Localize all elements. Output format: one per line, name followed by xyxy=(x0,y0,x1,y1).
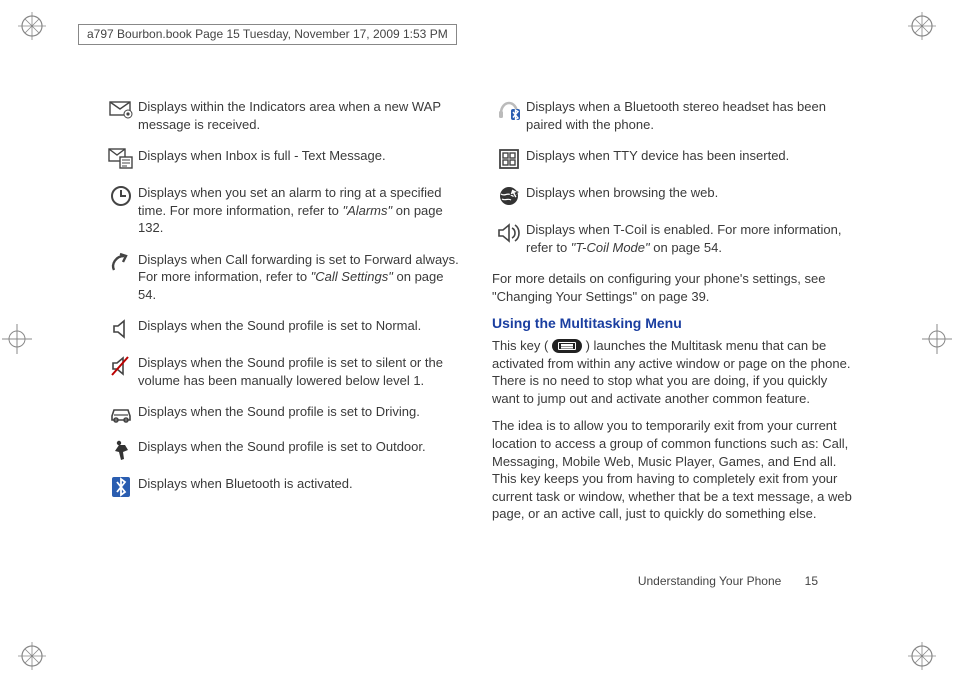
indicator-desc: Displays when Inbox is full - Text Messa… xyxy=(138,147,464,165)
indicator-desc: Displays when the Sound profile is set t… xyxy=(138,317,464,335)
indicator-row: Displays when Inbox is full - Text Messa… xyxy=(104,147,464,170)
crop-mark-icon xyxy=(922,324,952,354)
indicator-row: Displays when the Sound profile is set t… xyxy=(104,403,464,424)
config-paragraph: For more details on configuring your pho… xyxy=(492,270,852,305)
indicator-desc: Displays when you set an alarm to ring a… xyxy=(138,184,464,237)
bluetooth-icon xyxy=(104,475,138,498)
section-heading: Using the Multitasking Menu xyxy=(492,315,852,331)
indicator-desc: Displays when a Bluetooth stereo headset… xyxy=(526,98,852,133)
footer-section: Understanding Your Phone xyxy=(638,574,781,588)
page: a797 Bourbon.book Page 15 Tuesday, Novem… xyxy=(68,20,888,640)
indicator-row: Displays when browsing the web. xyxy=(492,184,852,207)
indicator-row: Displays within the Indicators area when… xyxy=(104,98,464,133)
multitask-p2: The idea is to allow you to temporarily … xyxy=(492,417,852,522)
indicator-row: Displays when T-Coil is enabled. For mor… xyxy=(492,221,852,256)
indicator-desc: Displays within the Indicators area when… xyxy=(138,98,464,133)
register-mark-icon xyxy=(908,12,936,40)
indicator-row: Displays when a Bluetooth stereo headset… xyxy=(492,98,852,133)
sound-normal-icon xyxy=(104,317,138,340)
sound-silent-icon xyxy=(104,354,138,377)
left-column: Displays within the Indicators area when… xyxy=(104,98,464,533)
indicator-row: Displays when you set an alarm to ring a… xyxy=(104,184,464,237)
indicator-row: Displays when the Sound profile is set t… xyxy=(104,438,464,461)
crop-mark-icon xyxy=(2,324,32,354)
indicator-desc: Displays when T-Coil is enabled. For mor… xyxy=(526,221,852,256)
indicator-row: Displays when TTY device has been insert… xyxy=(492,147,852,170)
page-footer: Understanding Your Phone 15 xyxy=(638,574,818,588)
register-mark-icon xyxy=(908,642,936,670)
indicator-desc: Displays when browsing the web. xyxy=(526,184,852,202)
indicator-desc: Displays when Call forwarding is set to … xyxy=(138,251,464,304)
sound-driving-icon xyxy=(104,403,138,424)
multitask-p1: This key ( ) launches the Multitask menu… xyxy=(492,337,852,407)
multitask-key-icon xyxy=(552,339,582,353)
right-column: Displays when a Bluetooth stereo headset… xyxy=(492,98,852,533)
indicator-desc: Displays when TTY device has been insert… xyxy=(526,147,852,165)
web-browse-icon xyxy=(492,184,526,207)
indicator-desc: Displays when the Sound profile is set t… xyxy=(138,403,464,421)
bt-headset-icon xyxy=(492,98,526,121)
indicator-row: Displays when Bluetooth is activated. xyxy=(104,475,464,498)
register-mark-icon xyxy=(18,642,46,670)
inbox-full-icon xyxy=(104,147,138,170)
indicator-row: Displays when the Sound profile is set t… xyxy=(104,317,464,340)
wap-message-icon xyxy=(104,98,138,119)
register-mark-icon xyxy=(18,12,46,40)
indicator-desc: Displays when Bluetooth is activated. xyxy=(138,475,464,493)
call-forward-icon xyxy=(104,251,138,274)
sound-outdoor-icon xyxy=(104,438,138,461)
indicator-desc: Displays when the Sound profile is set t… xyxy=(138,354,464,389)
footer-page-number: 15 xyxy=(805,574,818,588)
indicator-row: Displays when Call forwarding is set to … xyxy=(104,251,464,304)
alarm-clock-icon xyxy=(104,184,138,207)
content-columns: Displays within the Indicators area when… xyxy=(104,98,852,533)
indicator-desc: Displays when the Sound profile is set t… xyxy=(138,438,464,456)
indicator-row: Displays when the Sound profile is set t… xyxy=(104,354,464,389)
tty-icon xyxy=(492,147,526,170)
tcoil-icon xyxy=(492,221,526,244)
header-meta: a797 Bourbon.book Page 15 Tuesday, Novem… xyxy=(78,24,457,45)
